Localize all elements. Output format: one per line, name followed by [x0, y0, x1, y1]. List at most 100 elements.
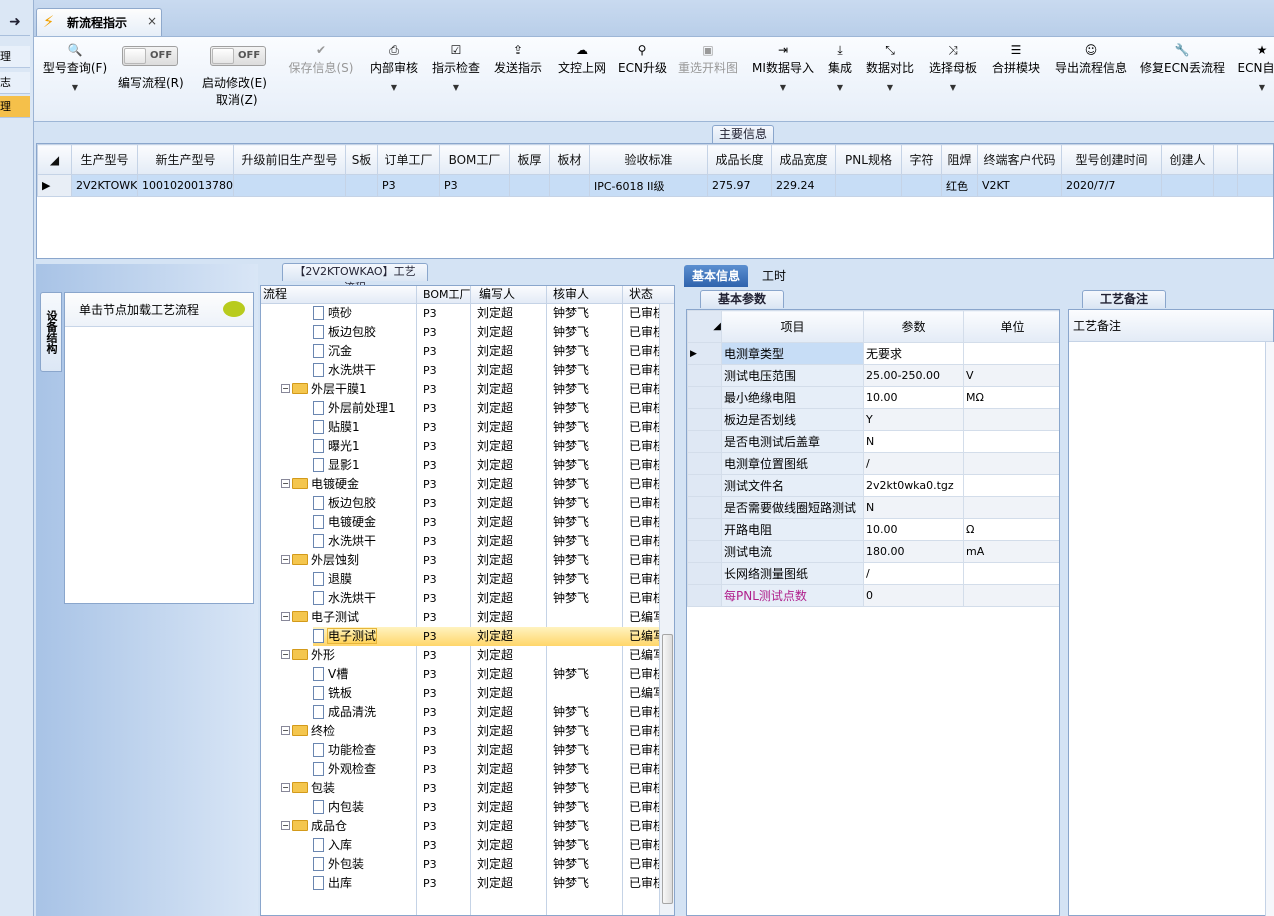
column-header[interactable]: 成品长度: [707, 144, 772, 175]
tree-row[interactable]: − 外形 P3 刘定超 已编写: [261, 646, 661, 665]
column-header[interactable]: 单位: [963, 310, 1059, 343]
collapse-icon[interactable]: −: [281, 384, 290, 393]
reselect-cutting-diagram-button[interactable]: ▣ 重选开料图: [676, 40, 740, 76]
tree-row[interactable]: − 外层干膜1 P3 刘定超 钟梦飞 已审核: [261, 380, 661, 399]
table-row[interactable]: ▶ 2V2KTOWKAO 10010200137809 P3 P3 IPC-60…: [37, 174, 1273, 197]
collapse-icon[interactable]: −: [281, 650, 290, 659]
process-notes-textarea[interactable]: [1073, 346, 1263, 906]
column-header[interactable]: 编写人: [479, 286, 515, 303]
left-strip-item[interactable]: 理: [0, 46, 30, 68]
tree-row[interactable]: 沉金 P3 刘定超 钟梦飞 已审核: [261, 342, 661, 361]
collapse-icon[interactable]: −: [281, 612, 290, 621]
tree-row[interactable]: − 外层蚀刻 P3 刘定超 钟梦飞 已审核: [261, 551, 661, 570]
collapse-icon[interactable]: −: [281, 479, 290, 488]
column-header[interactable]: BOM工厂: [423, 286, 471, 303]
tree-row[interactable]: 水洗烘干 P3 刘定超 钟梦飞 已审核: [261, 361, 661, 380]
param-value[interactable]: 2v2kt0wka0.tgz: [863, 474, 964, 497]
collapse-icon[interactable]: −: [281, 821, 290, 830]
column-header[interactable]: 字符: [901, 144, 942, 175]
column-header[interactable]: 参数: [863, 310, 964, 343]
tree-row[interactable]: 功能检查 P3 刘定超 钟梦飞 已审核: [261, 741, 661, 760]
tree-row[interactable]: 贴膜1 P3 刘定超 钟梦飞 已审核: [261, 418, 661, 437]
tree-row[interactable]: 外层前处理1 P3 刘定超 钟梦飞 已审核: [261, 399, 661, 418]
tree-row[interactable]: 出库 P3 刘定超 钟梦飞 已审核: [261, 874, 661, 893]
tree-row[interactable]: 铣板 P3 刘定超 已编写: [261, 684, 661, 703]
tree-row[interactable]: − 电子测试 P3 刘定超 已编写: [261, 608, 661, 627]
tree-row[interactable]: 电子测试 P3 刘定超 已编写: [313, 627, 659, 646]
repair-ecn-process-button[interactable]: 🔧 修复ECN丢流程: [1140, 40, 1225, 76]
param-row[interactable]: 是否需要做线圈短路测试 N: [687, 496, 1059, 519]
collapse-icon[interactable]: −: [281, 783, 290, 792]
param-value[interactable]: 25.00-250.00: [863, 364, 964, 387]
param-row[interactable]: 每PNL测试点数 0: [687, 584, 1059, 607]
collapse-icon[interactable]: −: [281, 555, 290, 564]
param-value[interactable]: Y: [863, 408, 964, 431]
param-value[interactable]: 10.00: [863, 518, 964, 541]
tree-row[interactable]: 外观检查 P3 刘定超 钟梦飞 已审核: [261, 760, 661, 779]
param-value[interactable]: 0: [863, 584, 964, 607]
export-process-info-button[interactable]: ☺ 导出流程信息: [1052, 40, 1130, 76]
tree-row[interactable]: 退膜 P3 刘定超 钟梦飞 已审核: [261, 570, 661, 589]
ecn-upgrade-button[interactable]: ⚲ ECN升级: [618, 40, 667, 76]
cancel-label[interactable]: 取消(Z): [216, 91, 258, 108]
tab-basic-info[interactable]: 基本信息: [684, 265, 748, 287]
column-header[interactable]: 生产型号: [71, 144, 138, 175]
column-header[interactable]: 订单工厂: [377, 144, 440, 175]
param-row[interactable]: 长网络测量图纸 /: [687, 562, 1059, 585]
column-header[interactable]: 项目: [721, 310, 864, 343]
tree-row[interactable]: V槽 P3 刘定超 钟梦飞 已审核: [261, 665, 661, 684]
column-header[interactable]: 板材: [549, 144, 590, 175]
tree-row[interactable]: 水洗烘干 P3 刘定超 钟梦飞 已审核: [261, 589, 661, 608]
left-strip-item[interactable]: 志: [0, 72, 30, 94]
column-header[interactable]: 型号创建时间: [1061, 144, 1162, 175]
param-row[interactable]: 测试文件名 2v2kt0wka0.tgz: [687, 474, 1059, 497]
tree-row[interactable]: − 包装 P3 刘定超 钟梦飞 已审核: [261, 779, 661, 798]
tree-row[interactable]: 入库 P3 刘定超 钟梦飞 已审核: [261, 836, 661, 855]
sign-in-icon[interactable]: ➜: [0, 8, 30, 36]
column-header[interactable]: 成品宽度: [771, 144, 836, 175]
tree-row[interactable]: 外包装 P3 刘定超 钟梦飞 已审核: [261, 855, 661, 874]
tree-row[interactable]: − 终检 P3 刘定超 钟梦飞 已审核: [261, 722, 661, 741]
scrollbar-thumb[interactable]: [662, 634, 673, 904]
column-header[interactable]: 验收标准: [589, 144, 708, 175]
internal-review-button[interactable]: ⎙ 内部审核 ▼: [366, 40, 422, 100]
tree-row[interactable]: 喷砂 P3 刘定超 钟梦飞 已审核: [261, 304, 661, 323]
tree-row[interactable]: 电镀硬金 P3 刘定超 钟梦飞 已审核: [261, 513, 661, 532]
param-value[interactable]: /: [863, 452, 964, 475]
param-row[interactable]: 开路电阻 10.00 Ω: [687, 518, 1059, 541]
collapse-icon[interactable]: −: [281, 726, 290, 735]
doc-control-upload-button[interactable]: ☁ 文控上网: [555, 40, 609, 76]
tree-row[interactable]: 板边包胶 P3 刘定超 钟梦飞 已审核: [261, 494, 661, 513]
param-value[interactable]: N: [863, 496, 964, 519]
mi-data-import-button[interactable]: ⇥ MI数据导入 ▼: [750, 40, 816, 100]
column-header[interactable]: 流程: [263, 286, 287, 303]
param-row[interactable]: 测试电压范围 25.00-250.00 V: [687, 364, 1059, 387]
select-mother-board-button[interactable]: ⤨ 选择母板 ▼: [926, 40, 980, 100]
param-row[interactable]: 是否电测试后盖章 N: [687, 430, 1059, 453]
indication-check-button[interactable]: ☑ 指示检查 ▼: [430, 40, 482, 100]
write-process-toggle[interactable]: OFF: [122, 46, 178, 66]
load-process-button[interactable]: 单击节点加载工艺流程: [65, 293, 253, 327]
integrate-button[interactable]: ⤓ 集成 ▼: [824, 40, 856, 100]
ecn-auto-button[interactable]: ★ECN自动▼: [1234, 40, 1274, 100]
column-header[interactable]: PNL规格: [835, 144, 902, 175]
tree-row[interactable]: − 成品仓 P3 刘定超 钟梦飞 已审核: [261, 817, 661, 836]
device-structure-tab[interactable]: 设备结构: [40, 292, 62, 372]
tab-new-process[interactable]: ⚡ 新流程指示 ×: [36, 8, 162, 36]
model-search-button[interactable]: 🔍 型号查询(F) ▼: [40, 40, 110, 100]
tree-row[interactable]: 显影1 P3 刘定超 钟梦飞 已审核: [261, 456, 661, 475]
data-compare-button[interactable]: ⤡ 数据对比 ▼: [864, 40, 916, 100]
send-indication-button[interactable]: ⇪ 发送指示: [492, 40, 544, 76]
enable-edit-toggle[interactable]: OFF: [210, 46, 266, 66]
column-header[interactable]: S板: [345, 144, 378, 175]
tree-row[interactable]: 成品清洗 P3 刘定超 钟梦飞 已审核: [261, 703, 661, 722]
param-row[interactable]: 最小绝缘电阻 10.00 MΩ: [687, 386, 1059, 409]
tree-row[interactable]: − 电镀硬金 P3 刘定超 钟梦飞 已审核: [261, 475, 661, 494]
column-header[interactable]: 升级前旧生产型号: [233, 144, 346, 175]
tree-row[interactable]: 内包装 P3 刘定超 钟梦飞 已审核: [261, 798, 661, 817]
merge-module-button[interactable]: ☰ 合拼模块: [990, 40, 1042, 76]
param-row[interactable]: 测试电流 180.00 mA: [687, 540, 1059, 563]
param-row[interactable]: ▶ 电测章类型 无要求: [687, 342, 1059, 365]
param-row[interactable]: 电测章位置图纸 /: [687, 452, 1059, 475]
column-header[interactable]: BOM工厂: [439, 144, 510, 175]
